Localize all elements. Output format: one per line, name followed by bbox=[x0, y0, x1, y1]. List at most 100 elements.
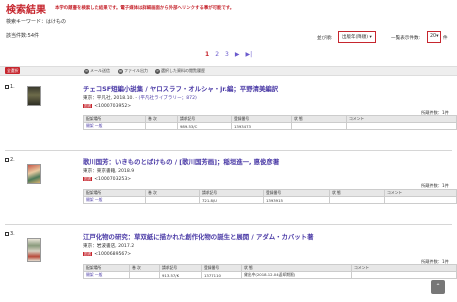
col-reg-number: 登録番号 bbox=[231, 115, 292, 123]
material-type-badge: 図書 bbox=[83, 252, 93, 256]
record-title-link[interactable]: 歌川国芳：いきものとばけもの / [歌川国芳画]；稲垣進一, 悳俊彦著 bbox=[83, 157, 279, 166]
record-publisher: 東京：平凡社, 2018.10. - (平凡社ライブラリー；872) bbox=[83, 95, 197, 101]
col-status: 状 態 bbox=[329, 189, 385, 197]
record-id: 図書 <1000703253> bbox=[83, 177, 131, 182]
col-status: 状 態 bbox=[241, 264, 352, 272]
col-volume: 巻 次 bbox=[145, 115, 178, 123]
record-id: 図書 <1000689567> bbox=[83, 252, 131, 257]
mail-send-button[interactable]: ✉ メール送信 bbox=[84, 68, 110, 74]
col-location: 配架場所 bbox=[83, 189, 146, 197]
result-toolbar bbox=[0, 66, 457, 76]
result-count: 該当件数:54件 bbox=[6, 33, 40, 39]
record-divider bbox=[5, 150, 452, 151]
record-title-link[interactable]: チェコSF短編小説集 / ヤロスラフ・オルシャ・jr.編；平野清美編訳 bbox=[83, 84, 278, 93]
holding-call-number: 913.57/K bbox=[159, 271, 202, 279]
holding-status bbox=[329, 196, 385, 204]
record-id-value: <1000703952> bbox=[94, 104, 132, 109]
mail-send-label: メール送信 bbox=[90, 68, 110, 73]
file-export-button[interactable]: ▤ ファイル出力 bbox=[118, 68, 148, 74]
holding-location-link[interactable]: 開架 一般 bbox=[83, 122, 146, 130]
holdings-table: 配架場所 巻 次 請求記号 登録番号 状 態 コメント 開架 一般 913.57… bbox=[83, 264, 457, 279]
material-type-badge: 図書 bbox=[83, 104, 93, 108]
col-location: 配架場所 bbox=[83, 115, 146, 123]
holding-reg-number: 1393473 bbox=[231, 122, 292, 130]
holding-volume bbox=[129, 271, 160, 279]
file-export-label: ファイル出力 bbox=[124, 68, 148, 73]
table-row: 開架 一般 989.53/C 1393473 bbox=[83, 122, 457, 130]
record-checkbox[interactable]: 1. bbox=[5, 84, 15, 90]
file-icon: ▤ bbox=[118, 68, 123, 74]
publisher-text: 東京：東京書籍, 2018.9 bbox=[83, 169, 135, 174]
holding-call-number: 721.8/U bbox=[199, 196, 264, 204]
pagination: 1 2 3 ▶ ▶| bbox=[205, 51, 252, 58]
col-location: 配架場所 bbox=[83, 264, 130, 272]
col-volume: 巻 次 bbox=[129, 264, 160, 272]
per-page-unit: 件 bbox=[443, 36, 448, 41]
holding-status bbox=[291, 122, 347, 130]
holdings-header-row: 配架場所 巻 次 請求記号 登録番号 状 態 コメント bbox=[83, 189, 457, 197]
record-title-link[interactable]: 江戸化物の研究：草双紙に描かれた創作化物の誕生と展開 / アダム・カバット著 bbox=[83, 232, 313, 241]
record-publisher: 東京：東京書籍, 2018.9 bbox=[83, 168, 134, 174]
holdings-header-row: 配架場所 巻 次 請求記号 登録番号 状 態 コメント bbox=[83, 264, 457, 272]
scroll-top-button[interactable]: ⌃ bbox=[431, 280, 445, 294]
material-type-badge: 図書 bbox=[83, 177, 93, 181]
col-call-number: 請求記号 bbox=[159, 264, 202, 272]
holdings-table: 配架場所 巻 次 請求記号 登録番号 状 態 コメント 開架 一般 721.8/… bbox=[83, 189, 457, 204]
col-comment: コメント bbox=[384, 189, 457, 197]
book-cover-image[interactable] bbox=[27, 164, 41, 184]
record-number: 3. bbox=[10, 231, 15, 237]
holding-call-number: 989.53/C bbox=[177, 122, 232, 130]
search-notice: 本学の蔵書を検索した結果です。電子媒体は詳細画面から外部へリンクする事が可能です… bbox=[55, 6, 235, 11]
record-number: 2. bbox=[10, 157, 15, 163]
page-title: 検索結果 bbox=[6, 5, 46, 16]
col-comment: コメント bbox=[351, 264, 457, 272]
page-1[interactable]: 1 bbox=[205, 51, 209, 58]
col-call-number: 請求記号 bbox=[199, 189, 264, 197]
table-row: 開架 一般 721.8/U 1393915 bbox=[83, 196, 457, 204]
table-row: 開架 一般 913.57/K 1377110 貸出中(2018.12.04返却期… bbox=[83, 271, 457, 279]
sort-select-value: 出版年(降順) bbox=[342, 35, 369, 40]
per-page-label: 一覧表示件数: bbox=[391, 36, 421, 41]
sort-select[interactable]: 出版年(降順) ▾ bbox=[338, 31, 376, 43]
record-id: 図書 <1000703952> bbox=[83, 104, 131, 109]
holding-reg-number: 1393915 bbox=[263, 196, 330, 204]
holding-location-link[interactable]: 開架 一般 bbox=[83, 196, 146, 204]
view-history-button[interactable]: ↺ 選択した資料の閲覧履歴 bbox=[155, 68, 205, 74]
publisher-text: 東京：岩波書店, 2017.2 bbox=[83, 244, 135, 249]
record-id-value: <1000689567> bbox=[94, 252, 132, 257]
col-reg-number: 登録番号 bbox=[201, 264, 242, 272]
chevron-down-icon: ▾ bbox=[369, 35, 372, 40]
col-reg-number: 登録番号 bbox=[263, 189, 330, 197]
sort-label: 並び順: bbox=[317, 36, 333, 41]
holding-comment bbox=[351, 271, 457, 279]
record-id-value: <1000703253> bbox=[94, 177, 132, 182]
holding-volume bbox=[145, 196, 200, 204]
chevron-up-icon: ⌃ bbox=[435, 283, 441, 290]
col-status: 状 態 bbox=[291, 115, 347, 123]
holding-location-link[interactable]: 開架 一般 bbox=[83, 271, 130, 279]
last-page-icon[interactable]: ▶| bbox=[245, 51, 252, 58]
col-call-number: 請求記号 bbox=[177, 115, 232, 123]
page-3[interactable]: 3 bbox=[225, 51, 229, 58]
chevron-down-icon: ▾ bbox=[436, 34, 439, 39]
history-icon: ↺ bbox=[155, 68, 160, 74]
holding-comment bbox=[384, 196, 457, 204]
record-checkbox[interactable]: 3. bbox=[5, 231, 15, 237]
book-cover-image[interactable] bbox=[27, 238, 41, 262]
next-page-icon[interactable]: ▶ bbox=[235, 51, 240, 58]
page-2[interactable]: 2 bbox=[215, 51, 219, 58]
publisher-text: 東京：平凡社, 2018.10. - bbox=[83, 96, 138, 101]
col-comment: コメント bbox=[346, 115, 457, 123]
view-history-label: 選択した資料の閲覧履歴 bbox=[161, 68, 205, 73]
book-cover-image[interactable] bbox=[27, 86, 41, 106]
select-all-button[interactable]: 全選択 bbox=[5, 67, 21, 74]
mail-icon: ✉ bbox=[84, 68, 89, 74]
col-volume: 巻 次 bbox=[145, 189, 200, 197]
holdings-table: 配架場所 巻 次 請求記号 登録番号 状 態 コメント 開架 一般 989.53… bbox=[83, 115, 457, 130]
series-link[interactable]: (平凡社ライブラリー；872) bbox=[139, 96, 197, 101]
holdings-header-row: 配架場所 巻 次 請求記号 登録番号 状 態 コメント bbox=[83, 115, 457, 123]
search-keyword: 検索キーワード：はけもの bbox=[6, 19, 67, 25]
per-page-select[interactable]: 20▾ bbox=[427, 31, 441, 43]
record-checkbox[interactable]: 2. bbox=[5, 157, 15, 163]
record-number: 1. bbox=[10, 84, 15, 90]
